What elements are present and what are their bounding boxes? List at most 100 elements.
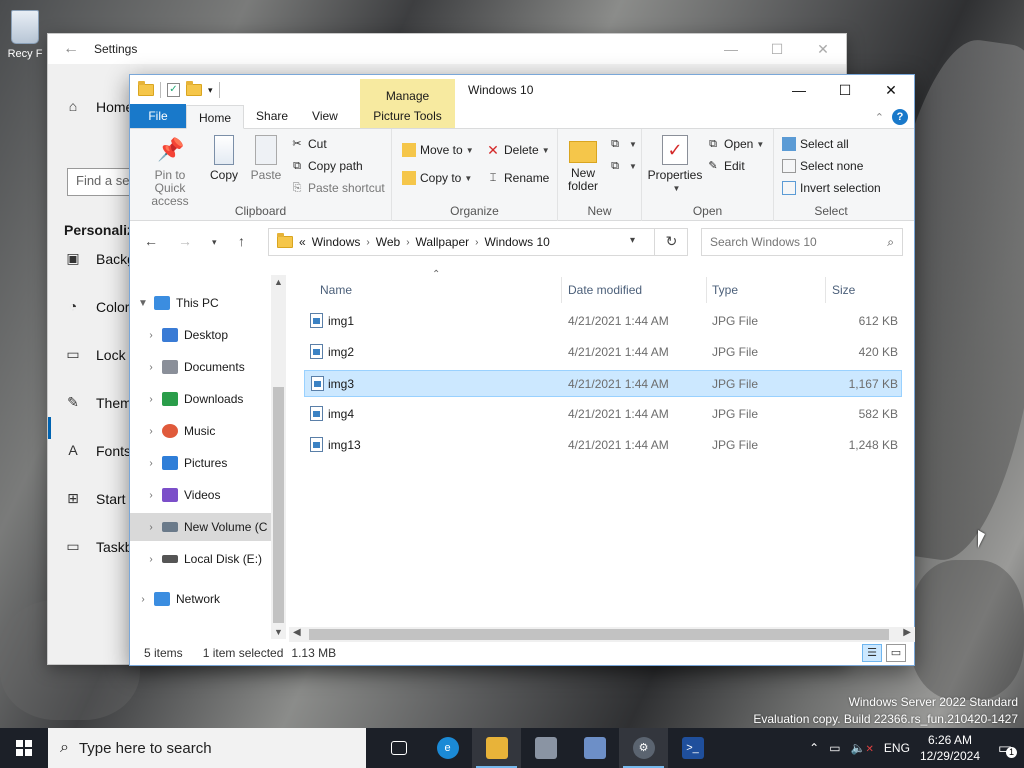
breadcrumb-chevron-icon[interactable]: ›: [366, 237, 369, 248]
minimize-button[interactable]: —: [708, 41, 754, 58]
large-icons-view-icon[interactable]: ▭: [886, 644, 906, 662]
address-dropdown-chevron-icon[interactable]: ▾: [630, 235, 635, 246]
breadcrumb-windows-10[interactable]: Windows 10: [484, 235, 549, 249]
breadcrumb-web[interactable]: Web: [376, 235, 400, 249]
collapsed-chevron-icon[interactable]: ›: [144, 490, 158, 501]
collapsed-chevron-icon[interactable]: ›: [144, 522, 158, 533]
cut-button[interactable]: ✂ Cut: [290, 137, 326, 151]
column-header-date-modified[interactable]: Date modified: [568, 283, 642, 297]
tree-item-local-disk[interactable]: › Local Disk (E:): [130, 545, 271, 573]
column-header-name[interactable]: Name: [320, 283, 352, 297]
settings-taskbar-button[interactable]: ⚙: [619, 728, 668, 768]
delete-button[interactable]: ✕ Delete ▼: [486, 143, 549, 157]
properties-check-icon[interactable]: ✓: [167, 83, 180, 97]
scroll-down-icon[interactable]: ▼: [271, 627, 286, 637]
collapsed-chevron-icon[interactable]: ›: [144, 458, 158, 469]
collapsed-chevron-icon[interactable]: ›: [144, 554, 158, 565]
up-arrow-icon[interactable]: ↑: [238, 233, 245, 249]
column-header-size[interactable]: Size: [832, 283, 855, 297]
navigation-pane-scrollbar[interactable]: ▲ ▼: [271, 275, 286, 639]
collapsed-chevron-icon[interactable]: ›: [144, 330, 158, 341]
minimize-button[interactable]: —: [776, 75, 822, 105]
details-view-icon[interactable]: ☰: [862, 644, 882, 662]
collapsed-chevron-icon[interactable]: ›: [144, 362, 158, 373]
easy-access-button[interactable]: ⧉ ▼: [608, 159, 637, 173]
tab-home[interactable]: Home: [186, 105, 245, 129]
settings-home-link[interactable]: ⌂ Home: [64, 98, 134, 116]
breadcrumb-wallpaper[interactable]: Wallpaper: [416, 235, 470, 249]
collapsed-chevron-icon[interactable]: ›: [144, 426, 158, 437]
taskbar-clock[interactable]: 6:26 AM 12/29/2024: [920, 732, 980, 764]
move-to-button[interactable]: Move to ▼: [402, 143, 474, 157]
select-all-button[interactable]: Select all: [782, 137, 849, 151]
back-arrow-icon[interactable]: ←: [48, 40, 94, 58]
tree-item-network[interactable]: › Network: [130, 585, 271, 613]
close-button[interactable]: ✕: [800, 41, 846, 58]
file-row-img4[interactable]: img4 4/21/2021 1:44 AM JPG File 582 KB: [304, 401, 902, 428]
scrollbar-thumb[interactable]: [309, 629, 889, 640]
properties-button[interactable]: ✓ Properties ▼: [646, 135, 704, 195]
expanded-chevron-icon[interactable]: ▼: [136, 298, 150, 309]
file-row-img13[interactable]: img13 4/21/2021 1:44 AM JPG File 1,248 K…: [304, 432, 902, 459]
recycle-bin-desktop-icon[interactable]: Recy F: [2, 10, 48, 60]
breadcrumb-chevron-icon[interactable]: ›: [475, 237, 478, 248]
column-divider[interactable]: [706, 277, 707, 303]
tree-item-documents[interactable]: › Documents: [130, 353, 271, 381]
tab-picture-tools[interactable]: Picture Tools: [360, 104, 455, 128]
column-divider[interactable]: [825, 277, 826, 303]
column-divider[interactable]: [561, 277, 562, 303]
settings-item-lock-screen[interactable]: ▭ Lock s: [64, 346, 136, 364]
refresh-icon[interactable]: ↻: [654, 228, 688, 256]
edge-taskbar-button[interactable]: e: [423, 728, 472, 768]
address-overflow[interactable]: «: [299, 235, 306, 249]
show-hidden-icons-chevron-icon[interactable]: ⌃: [809, 741, 819, 755]
powershell-taskbar-button[interactable]: >_: [668, 728, 717, 768]
collapsed-chevron-icon[interactable]: ›: [136, 594, 150, 605]
tab-view[interactable]: View: [300, 104, 350, 128]
action-center-button[interactable]: ▭ 1: [990, 728, 1020, 768]
tree-item-desktop[interactable]: › Desktop: [130, 321, 271, 349]
file-row-img3[interactable]: img3 4/21/2021 1:44 AM JPG File 1,167 KB: [304, 370, 902, 397]
maximize-button[interactable]: ☐: [822, 75, 868, 105]
notepad-taskbar-button[interactable]: [570, 728, 619, 768]
task-view-button[interactable]: [374, 728, 423, 768]
new-item-button[interactable]: ⧉ ▼: [608, 137, 637, 151]
close-button[interactable]: ✕: [868, 75, 914, 105]
file-explorer-window[interactable]: ✓ ▾ Manage Windows 10 — ☐ ✕ File Home Sh…: [129, 74, 915, 666]
new-folder-button[interactable]: New folder: [566, 135, 600, 193]
settings-item-colors[interactable]: ◔ Color: [64, 298, 130, 316]
invert-selection-button[interactable]: Invert selection: [782, 181, 881, 195]
taskbar-search-box[interactable]: ⌕ Type here to search: [48, 728, 366, 768]
copy-button[interactable]: Copy: [208, 135, 240, 182]
file-list-horizontal-scrollbar[interactable]: ◀ ▶: [289, 627, 915, 642]
settings-titlebar[interactable]: ← Settings — ☐ ✕: [48, 34, 846, 64]
column-header-type[interactable]: Type: [712, 283, 738, 297]
collapsed-chevron-icon[interactable]: ›: [144, 394, 158, 405]
settings-item-background[interactable]: ▣ Backg: [64, 250, 135, 268]
settings-item-taskbar[interactable]: ▭ Taskb: [64, 538, 132, 556]
pin-to-quick-access-button[interactable]: 📌 Pin to Quick access: [138, 135, 202, 208]
breadcrumb-chevron-icon[interactable]: ›: [406, 237, 409, 248]
file-explorer-taskbar-button[interactable]: [472, 728, 521, 768]
search-box[interactable]: ⌕: [701, 228, 903, 256]
customize-toolbar-caret-icon[interactable]: ▾: [208, 85, 213, 96]
tree-item-new-volume[interactable]: › New Volume (C: [130, 513, 271, 541]
start-button[interactable]: [0, 728, 48, 768]
collapse-ribbon-chevron-icon[interactable]: ⌃: [875, 111, 884, 124]
address-bar[interactable]: « Windows › Web › Wallpaper › Windows 10: [268, 228, 688, 256]
tab-file[interactable]: File: [130, 104, 186, 128]
edit-button[interactable]: ✎ Edit: [706, 159, 744, 173]
recent-locations-chevron-icon[interactable]: ▾: [212, 237, 217, 248]
maximize-button[interactable]: ☐: [754, 41, 800, 58]
settings-item-fonts[interactable]: A Fonts: [64, 442, 131, 460]
copy-to-button[interactable]: Copy to ▼: [402, 171, 472, 185]
scrollbar-thumb[interactable]: [273, 387, 284, 623]
new-folder-icon[interactable]: [186, 81, 202, 96]
file-row-img2[interactable]: img2 4/21/2021 1:44 AM JPG File 420 KB: [304, 339, 902, 366]
file-row-img1[interactable]: img1 4/21/2021 1:44 AM JPG File 612 KB: [304, 308, 902, 335]
breadcrumb-windows[interactable]: Windows: [312, 235, 361, 249]
rename-button[interactable]: ⌶ Rename: [486, 171, 550, 185]
tab-share[interactable]: Share: [244, 104, 300, 128]
paste-shortcut-button[interactable]: ⎘ Paste shortcut: [290, 181, 385, 195]
search-input[interactable]: [710, 235, 888, 249]
